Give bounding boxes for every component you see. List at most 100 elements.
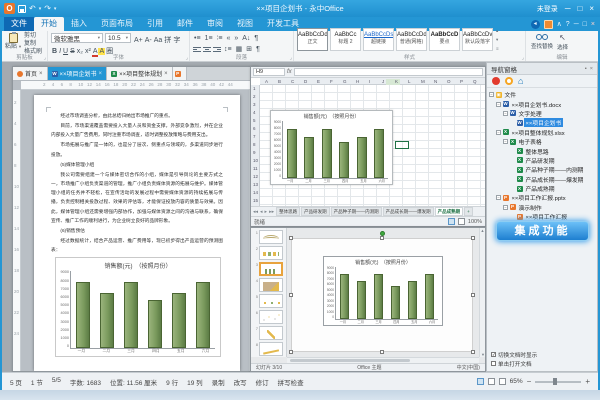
undo-icon[interactable]: ↶ [29, 4, 36, 14]
gallery-scroll-icon[interactable]: ▾ [496, 37, 499, 43]
column-header-H[interactable]: H [356, 79, 359, 84]
tree-item[interactable]: −▣文件 [489, 90, 597, 99]
tab-close-icon[interactable]: × [39, 71, 43, 77]
sheet-nav-icon[interactable]: ◂◂ [253, 209, 258, 215]
row-header-4[interactable]: 4 [253, 110, 256, 115]
save-icon[interactable] [18, 5, 26, 13]
row-header-13[interactable]: 13 [253, 182, 258, 187]
formula-input[interactable] [294, 68, 483, 76]
spreadsheet-grid[interactable]: 销售额(元) （按照月份）900080007000600050004000300… [260, 85, 485, 206]
multilevel-list-icon[interactable]: ∶≡ [216, 34, 224, 43]
sheet-nav-icon[interactable]: ◂ [260, 209, 263, 215]
grow-font-icon[interactable]: A+ [133, 37, 144, 44]
selection-handle[interactable] [380, 236, 384, 240]
app-store-icon[interactable] [544, 20, 553, 29]
doc-tab-××项目工作汇报[interactable]: P [173, 67, 187, 80]
row-header-7[interactable]: 7 [253, 134, 256, 139]
decrease-indent-icon[interactable]: « [225, 34, 231, 43]
doc-tab-首页[interactable]: 首页× [13, 67, 48, 80]
find-replace-button[interactable]: 查找替换 [531, 34, 553, 50]
menu-tab-文件[interactable]: 文件 [4, 17, 34, 31]
sheet-tab-产品种子期——内测期[interactable]: 产品种子期——内测期 [331, 207, 382, 216]
tree-expander-icon[interactable]: − [503, 205, 508, 210]
menu-tab-审阅[interactable]: 审阅 [200, 17, 230, 31]
zoom-out-icon[interactable]: − [527, 378, 532, 386]
sheet-tab-产品成长期——爆发期[interactable]: 产品成长期——爆发期 [383, 207, 434, 216]
zoom-slider-thumb[interactable] [553, 378, 557, 385]
maximize-button[interactable]: □ [577, 4, 582, 14]
row-header-1[interactable]: 1 [253, 86, 256, 91]
column-header-J[interactable]: J [382, 79, 384, 84]
zoom-in-icon[interactable]: + [585, 378, 590, 386]
status-item[interactable]: 字数: 1683 [70, 377, 101, 387]
char-style-icon[interactable]: 字 [172, 37, 181, 44]
tab-close-icon[interactable]: × [99, 71, 103, 77]
tree-expander-icon[interactable]: − [496, 102, 501, 107]
status-item[interactable]: 拼写检查 [278, 377, 304, 387]
tree-item[interactable]: X产品研发期 [489, 156, 597, 165]
tree-item[interactable]: −W××项目企划书.docx [489, 99, 597, 108]
zoom-slider[interactable] [535, 381, 581, 383]
column-header-O[interactable]: O [447, 79, 451, 84]
rotate-handle[interactable] [380, 231, 385, 236]
align-center-icon[interactable] [203, 46, 211, 53]
style-card-超链接[interactable]: AaBbCcDs超链接 [363, 28, 394, 51]
menu-tab-视图[interactable]: 视图 [230, 17, 260, 31]
paste-button[interactable]: 粘贴▾ [5, 33, 21, 51]
fx-icon[interactable]: fx [287, 69, 292, 75]
gallery-scroll-icon[interactable]: ≡ [496, 46, 499, 51]
selected-cell[interactable] [395, 141, 409, 149]
row-header-6[interactable]: 6 [253, 126, 256, 131]
tree-item[interactable]: −P演示制作 [489, 203, 597, 212]
selection-handle[interactable] [289, 293, 293, 297]
row-header-15[interactable]: 15 [253, 198, 258, 203]
checkbox[interactable] [491, 361, 496, 366]
style-card-要点[interactable]: AaBbCcD要点 [429, 28, 460, 51]
excel-zoom-level[interactable]: 100% [468, 219, 482, 225]
normal-view-icon[interactable] [448, 218, 455, 225]
doc-restore-icon[interactable]: □ [583, 20, 587, 29]
row-header-14[interactable]: 14 [253, 190, 258, 195]
nav-close-icon[interactable]: × [590, 66, 593, 72]
record-icon[interactable] [492, 77, 500, 85]
row-header-8[interactable]: 8 [253, 142, 256, 147]
style-card-正文[interactable]: AaBbCcDd正文 [297, 28, 328, 51]
clipboard-dialog-launcher-icon[interactable]: ⌟ [44, 55, 46, 61]
slide-thumbnail-5[interactable] [259, 294, 283, 308]
row-header-9[interactable]: 9 [253, 150, 256, 155]
ppt-embedded-chart[interactable]: 销售额(元) （按照月份）900080007000600050004000300… [323, 256, 443, 326]
quick-access-dropdown-icon[interactable]: ▾ [54, 4, 57, 14]
checkbox-row[interactable]: 单击打开文档 [491, 359, 537, 368]
back-icon[interactable]: ◂ [531, 20, 540, 29]
row-header-10[interactable]: 10 [253, 158, 258, 163]
checkbox-row[interactable]: ✓切换文档时显示 [491, 350, 537, 359]
number-list-icon[interactable]: 1≡ [204, 34, 214, 43]
tree-item[interactable]: W××项目企划书 [489, 118, 597, 127]
integrate-features-button[interactable]: 集成功能 [496, 221, 589, 241]
tree-item[interactable]: X产品成长期——爆发期 [489, 175, 597, 184]
status-item[interactable]: 改写 [234, 377, 247, 387]
sheet-tab-产品成熟期[interactable]: 产品成熟期 [435, 207, 464, 216]
increase-indent-icon[interactable]: » [233, 34, 239, 43]
column-header-F[interactable]: F [330, 79, 333, 84]
styles-gallery-scroll[interactable]: ▴ ▾ ≡ [495, 28, 500, 51]
scrollbar-thumb[interactable] [290, 359, 410, 362]
column-header-L[interactable]: L [408, 79, 411, 84]
slide-thumbnail-6[interactable] [259, 310, 283, 324]
gallery-scroll-icon[interactable]: ▴ [496, 28, 499, 34]
outline-view-icon[interactable] [499, 378, 506, 385]
column-header-N[interactable]: N [434, 79, 437, 84]
selection-handle[interactable] [471, 236, 475, 240]
slide-thumbnail-2[interactable] [259, 246, 283, 260]
excel-embedded-chart[interactable]: 销售额(元) （按照月份）900080007000600050004000300… [270, 110, 393, 185]
login-status[interactable]: 未登录 [537, 4, 558, 14]
tree-item[interactable]: X产品成熟期 [489, 184, 597, 193]
ppt-vertical-scrollbar[interactable]: ▲▼ [479, 228, 485, 357]
pinyin-icon[interactable]: 拼 [163, 37, 172, 44]
target-icon[interactable] [505, 77, 513, 85]
word-embedded-chart[interactable]: 销售额(元) （按照月份）900080007000600050004000300… [55, 257, 221, 357]
doc-minimize-icon[interactable]: ─ [574, 20, 579, 29]
slide-thumbnail-7[interactable] [259, 326, 283, 340]
style-card-默认段落字[interactable]: AaBbCcDv默认段落字 [462, 28, 493, 51]
status-item[interactable]: 修订 [256, 377, 269, 387]
